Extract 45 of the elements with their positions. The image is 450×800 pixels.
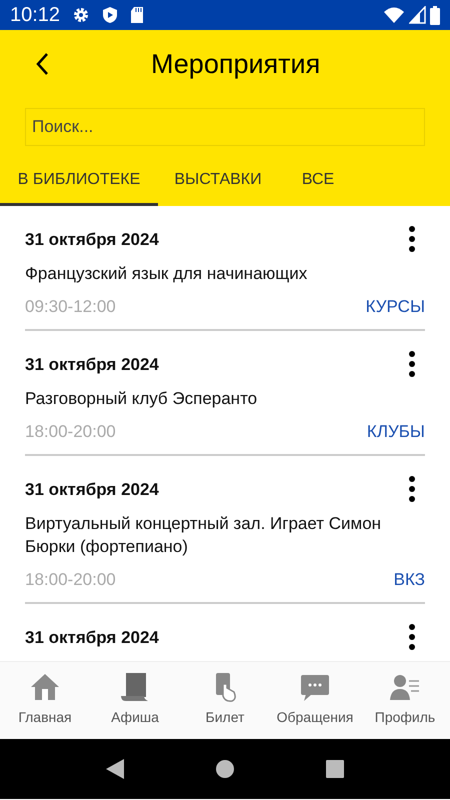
clock: 10:12 bbox=[10, 4, 60, 26]
nav-item[interactable]: Афиша bbox=[90, 662, 180, 739]
category-link[interactable]: ВКЗ bbox=[394, 570, 425, 590]
category-link[interactable]: КУРСЫ bbox=[366, 297, 425, 317]
event-date: 31 октября 2024 bbox=[25, 355, 159, 375]
home-button[interactable] bbox=[214, 759, 235, 779]
house-icon bbox=[30, 672, 60, 702]
scroll-icon bbox=[120, 672, 150, 702]
page-title: Мероприятия bbox=[151, 48, 320, 80]
more-icon bbox=[409, 624, 415, 650]
back-icon bbox=[36, 53, 49, 75]
nav-item[interactable]: Профиль bbox=[360, 662, 450, 739]
home-icon bbox=[214, 759, 235, 779]
more-icon bbox=[409, 476, 415, 502]
event-time: 18:00-20:00 bbox=[25, 422, 116, 442]
wifi-icon bbox=[383, 6, 405, 24]
category-link[interactable]: КЛУБЫ bbox=[366, 422, 425, 442]
more-icon bbox=[409, 226, 415, 252]
gear-icon bbox=[72, 6, 90, 24]
profile-icon bbox=[390, 672, 420, 702]
tab[interactable]: В БИБЛИОТЕКЕ bbox=[0, 160, 158, 206]
event-time: 09:30-12:00 bbox=[25, 297, 116, 317]
recents-button[interactable] bbox=[326, 760, 344, 778]
event-title[interactable]: Разговорный клуб Эсперанто bbox=[25, 387, 425, 410]
event-date: 31 октября 2024 bbox=[25, 230, 159, 250]
back-icon bbox=[106, 759, 124, 779]
tab[interactable]: ВЫСТАВКИ bbox=[158, 160, 278, 206]
signal-icon bbox=[409, 6, 426, 24]
event-title[interactable]: Французский язык для начинающих bbox=[25, 262, 425, 285]
search-field[interactable]: Поиск... bbox=[25, 108, 425, 146]
more-icon bbox=[409, 351, 415, 377]
event-title[interactable]: Виртуальный концертный зал. Играет Симон Бюрки (фортепиано) bbox=[25, 512, 425, 558]
event-time: 18:00-20:00 bbox=[25, 570, 116, 590]
tab[interactable]: ВСЕ bbox=[278, 160, 358, 206]
back-button[interactable] bbox=[106, 759, 124, 779]
nav-item[interactable]: Обращения bbox=[270, 662, 360, 739]
shield-icon bbox=[102, 6, 118, 24]
nav-item[interactable]: Билет bbox=[180, 662, 270, 739]
chat-icon bbox=[300, 672, 330, 702]
battery-icon bbox=[430, 6, 440, 24]
event-date: 31 октября 2024 bbox=[25, 480, 159, 500]
sd-card-icon bbox=[130, 6, 144, 24]
nav-item[interactable]: Главная bbox=[0, 662, 90, 739]
event-date: 31 октября 2024 bbox=[25, 628, 159, 648]
recents-icon bbox=[326, 760, 344, 778]
